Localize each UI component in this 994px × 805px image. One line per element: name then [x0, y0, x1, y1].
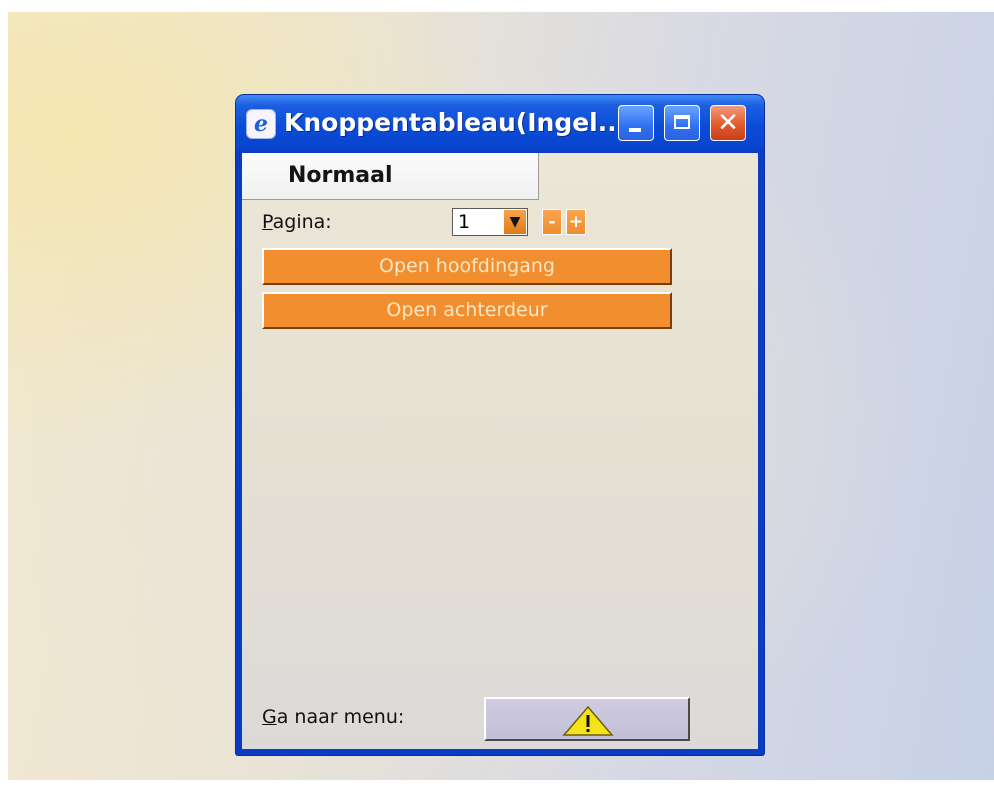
warning-icon — [562, 705, 614, 736]
ie-icon: e — [246, 109, 276, 139]
page-previous-button[interactable]: - — [542, 209, 562, 235]
open-back-door-button[interactable]: Open achterdeur — [262, 292, 672, 329]
page-label-access-key: P — [262, 211, 273, 233]
page-select[interactable]: 1 ▼ — [452, 208, 528, 236]
page-label-text: agina: — [272, 211, 332, 233]
page-next-button[interactable]: + — [566, 209, 586, 235]
maximize-button[interactable] — [664, 105, 700, 141]
maximize-icon — [674, 115, 690, 129]
minimize-icon — [629, 128, 641, 132]
title-bar[interactable]: e Knoppentableau(Ingel... ✕ — [236, 95, 764, 153]
close-button[interactable]: ✕ — [710, 105, 746, 141]
page-select-value: 1 — [458, 211, 471, 233]
menu-label-access-key: G — [262, 706, 277, 728]
mode-header: Normaal — [242, 153, 539, 200]
chevron-down-icon[interactable]: ▼ — [504, 210, 526, 234]
mode-label: Normaal — [288, 163, 393, 188]
menu-label-text: a naar menu: — [276, 706, 405, 728]
close-icon: ✕ — [717, 108, 739, 138]
page-label: Pagina: — [262, 210, 332, 234]
app-window: e Knoppentableau(Ingel... ✕ Normaal Pagi… — [236, 95, 764, 755]
window-title: Knoppentableau(Ingel... — [284, 108, 614, 137]
go-to-menu-button[interactable] — [484, 697, 690, 741]
menu-label: Ga naar menu: — [262, 705, 404, 729]
minimize-button[interactable] — [618, 105, 654, 141]
window-content: Normaal Pagina: 1 ▼ - + Open hoofdingang… — [242, 153, 758, 749]
open-main-entrance-button[interactable]: Open hoofdingang — [262, 248, 672, 285]
